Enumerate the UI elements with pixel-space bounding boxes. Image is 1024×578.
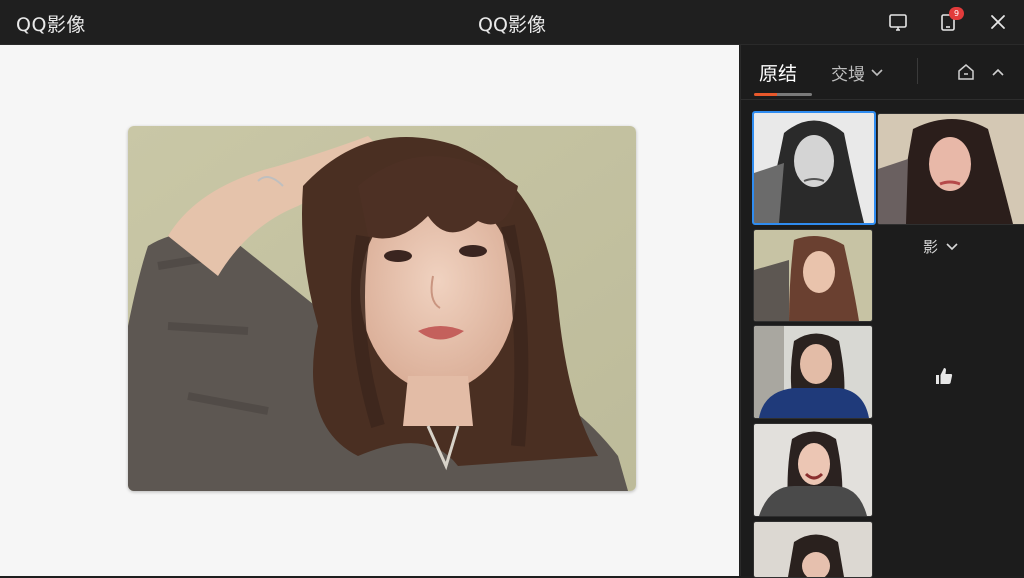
main-photo[interactable] [128,126,636,491]
device-button[interactable]: 9 [934,7,964,36]
thumbnail-partial[interactable] [753,521,873,578]
thumbnail-image [754,424,872,516]
home-button[interactable] [956,62,976,82]
close-button[interactable] [984,8,1012,36]
thumbnail-image [754,113,874,223]
tab-original[interactable]: 原结 [759,59,797,86]
side-panel: 原结 交墁 影 [740,45,1024,578]
chevron-down-icon [871,68,883,76]
collapse-button[interactable] [989,63,1007,81]
thumbnail-image [754,326,872,418]
thumbnail-image [878,114,1024,224]
thumbnail-smile[interactable] [753,423,873,517]
window-title: QQ影像 [478,14,546,36]
like-button[interactable] [933,365,955,387]
thumbnail-image [754,522,872,577]
divider [917,58,918,84]
notification-badge: 9 [949,7,964,20]
close-icon [991,15,1005,29]
thumbnail-warm[interactable] [877,113,1024,225]
app-name: QQ影像 [16,14,86,36]
tab-compare-label: 交墁 [831,65,865,85]
tab-indicator [754,93,812,96]
monitor-icon [889,14,907,31]
title-bar: QQ影像 QQ影像 9 [0,0,1024,45]
panel-tabs: 原结 交墁 [741,45,1024,100]
filter-dropdown[interactable]: 影 [923,236,958,257]
tab-compare[interactable]: 交墁 [831,60,883,85]
image-canvas[interactable] [0,45,739,576]
screen-button[interactable] [884,8,912,36]
chevron-down-icon [946,242,958,250]
thumbnail-bw[interactable] [752,111,876,225]
thumbs-up-icon [936,368,953,384]
thumbnail-blue[interactable] [753,325,873,419]
home-icon [958,64,974,80]
portrait-image [128,126,636,491]
app-window: QQ影像 QQ影像 9 原结 交墁 影 [0,0,1024,578]
thumbnail-film[interactable] [753,229,873,322]
filter-label: 影 [923,238,939,256]
chevron-up-icon [992,68,1004,76]
thumbnail-image [754,230,872,321]
